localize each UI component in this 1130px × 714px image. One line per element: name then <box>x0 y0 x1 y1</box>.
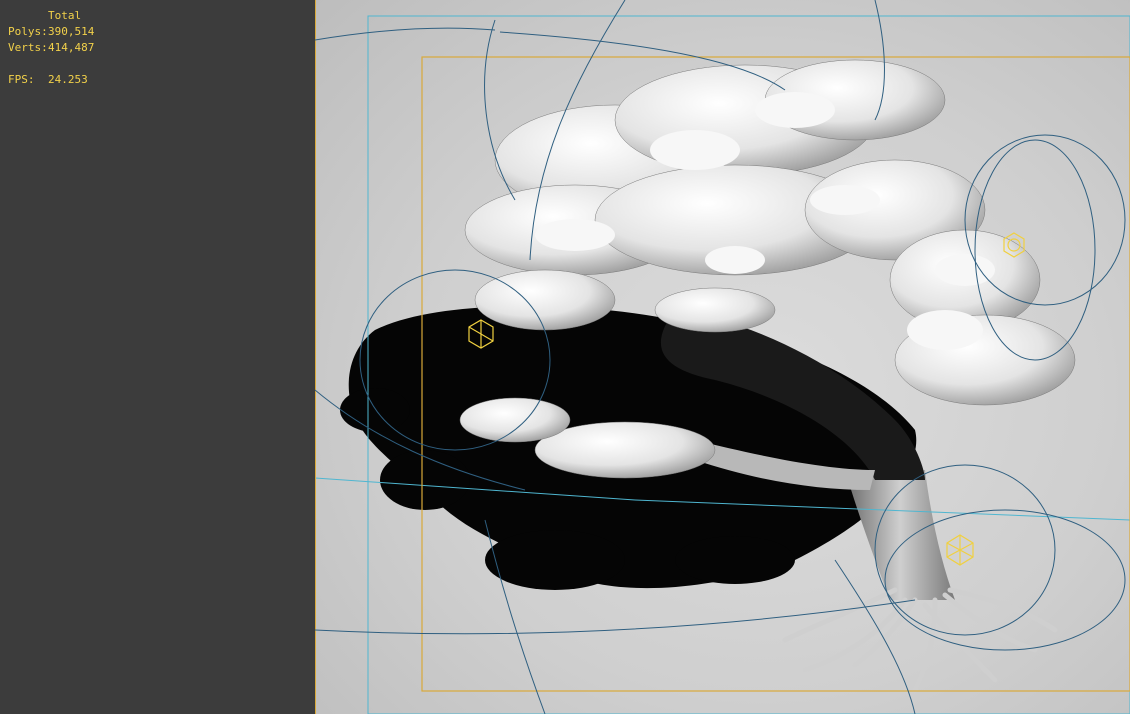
perspective-viewport[interactable] <box>315 0 1130 714</box>
stats-fps-row: FPS: 24.253 <box>8 72 94 88</box>
stats-header: Total <box>48 9 82 22</box>
viewport-statistics: Total Polys: 390,514 Verts: 414,487 FPS:… <box>8 8 94 88</box>
polys-label: Polys: <box>8 25 48 38</box>
fps-label: FPS: <box>8 73 35 86</box>
stats-spacer <box>8 56 94 72</box>
verts-label: Verts: <box>8 41 48 54</box>
fps-value: 24.253 <box>48 73 88 86</box>
light-gizmo-icon[interactable] <box>946 534 974 566</box>
stats-verts-row: Verts: 414,487 <box>8 40 94 56</box>
viewport-scene <box>315 0 1130 714</box>
statistics-panel: Total Polys: 390,514 Verts: 414,487 FPS:… <box>0 0 315 714</box>
stats-polys-row: Polys: 390,514 <box>8 24 94 40</box>
polys-value: 390,514 <box>48 25 95 38</box>
verts-value: 414,487 <box>48 41 95 54</box>
tree-roots <box>782 587 1058 693</box>
